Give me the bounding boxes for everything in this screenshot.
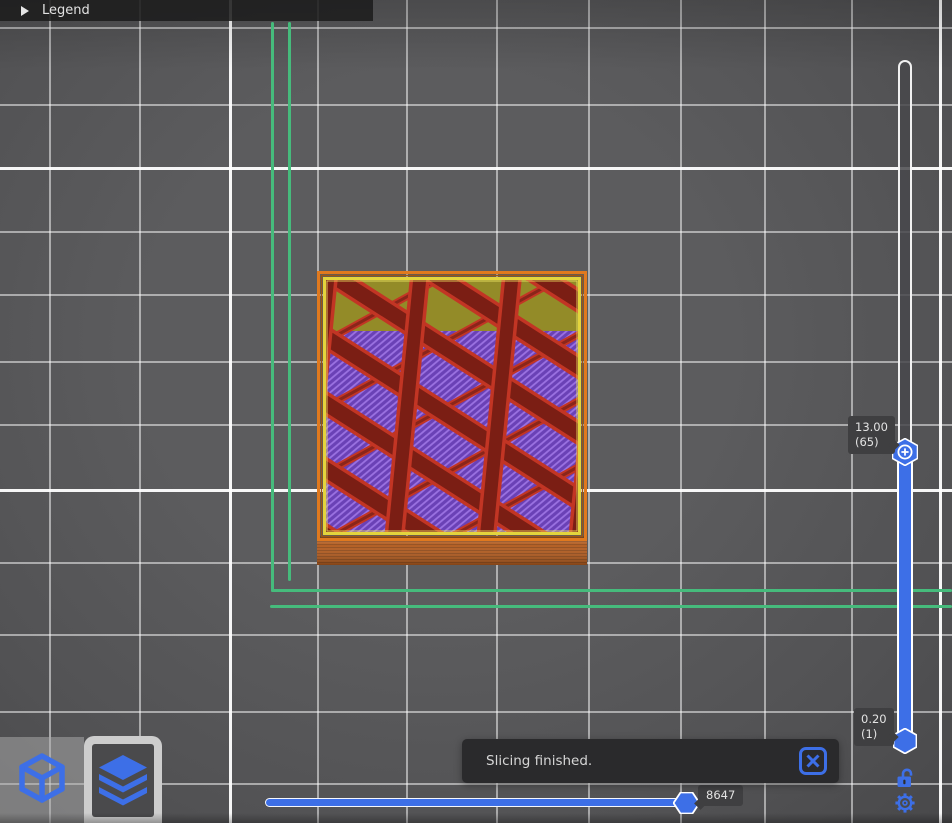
axis-line-horizontal-lower — [270, 605, 952, 608]
move-value: 8647 — [706, 788, 735, 803]
layer-slider-lower-handle[interactable] — [893, 728, 917, 754]
move-slider-track[interactable] — [265, 798, 694, 807]
preview-button-panel — [92, 744, 154, 817]
gear-icon — [893, 791, 917, 815]
notification-close-button[interactable] — [797, 745, 829, 777]
preview-view-button[interactable] — [84, 736, 162, 823]
layer-slider-fill — [897, 444, 913, 748]
upper-layer-height: 13.00 — [855, 420, 888, 435]
lock-sliders-button[interactable] — [894, 767, 916, 789]
lower-layer-height: 0.20 — [861, 712, 887, 727]
legend-panel-header[interactable]: Legend — [0, 0, 373, 21]
axis-line-vertical-inner — [288, 22, 291, 581]
legend-expand-icon[interactable] — [21, 6, 29, 16]
layers-icon — [95, 752, 151, 810]
3d-editor-view-button[interactable] — [0, 737, 84, 823]
lower-layer-tooltip: 0.20 (1) — [854, 708, 894, 746]
unlock-icon — [894, 767, 916, 789]
legend-label: Legend — [42, 3, 90, 18]
close-icon — [798, 746, 828, 776]
sliced-model-preview — [317, 271, 587, 565]
upper-layer-tooltip: 13.00 (65) — [848, 416, 895, 454]
3d-viewport[interactable]: Legend 13.00 (65) 0.20 (1) — [0, 0, 952, 823]
move-slider-tooltip: 8647 — [698, 785, 743, 806]
axis-line-vertical-outer — [271, 22, 274, 592]
slider-settings-button[interactable] — [893, 791, 917, 815]
notification-message: Slicing finished. — [486, 753, 592, 769]
cube-icon — [13, 750, 71, 810]
notification-toast: Slicing finished. — [462, 739, 839, 783]
upper-layer-number: (65) — [855, 435, 888, 450]
lower-layer-number: (1) — [861, 727, 887, 742]
axis-line-horizontal-upper — [271, 589, 952, 592]
